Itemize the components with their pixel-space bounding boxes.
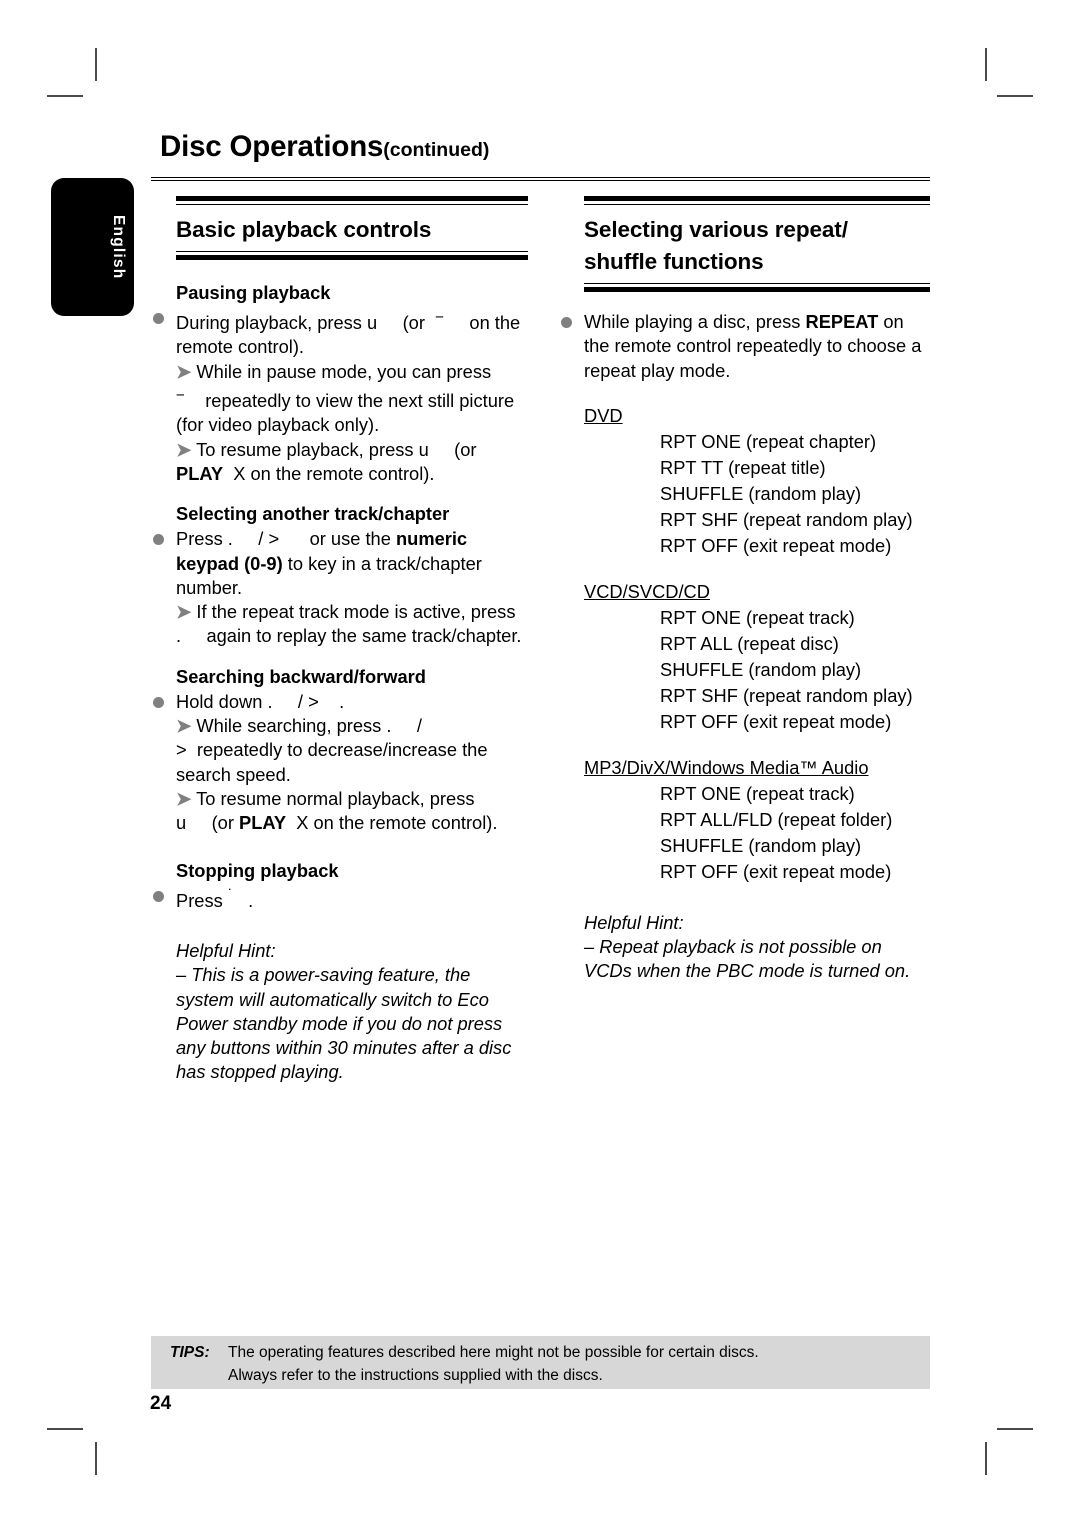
mode-item: RPT SHF (repeat random play) — [660, 508, 913, 530]
left-section-title: Basic playback controls — [176, 217, 432, 242]
right-section-rule-bottom — [584, 283, 930, 292]
crop-mark-top-right-horizontal — [997, 95, 1033, 97]
arrow-icon: ➤ — [176, 360, 192, 382]
mode-list-dvd: RPT ONE (repeat chapter) RPT TT (repeat … — [584, 429, 930, 559]
paragraph-stopping-playback: Press ˙ . — [153, 884, 528, 913]
pausing-playback-bullet-text: During playback, press u (or − on the re… — [176, 309, 521, 358]
arrow-icon: ➤ — [176, 438, 192, 460]
searching-arrow-2: ➤ To resume normal playback, press u (or … — [176, 787, 498, 834]
crop-mark-top-left-vertical — [95, 48, 97, 81]
left-column-body: Pausing playback During playback, press … — [153, 278, 528, 1085]
arrow-icon: ➤ — [176, 715, 192, 737]
bullet-icon — [561, 317, 572, 328]
mode-item: RPT TT (repeat title) — [660, 456, 826, 478]
subheading-searching: Searching backward/forward — [176, 665, 426, 687]
mode-item: RPT ALL/FLD (repeat folder) — [660, 808, 893, 830]
language-tab: English — [51, 178, 134, 316]
crop-mark-bottom-right-horizontal — [997, 1428, 1033, 1430]
mode-item: RPT OFF (exit repeat mode) — [660, 860, 892, 882]
crop-mark-bottom-left-vertical — [95, 1442, 97, 1475]
subheading-selecting-track: Selecting another track/chapter — [176, 503, 450, 525]
page-title-main: Disc Operations — [160, 130, 384, 163]
right-helpful-hint-label: Helpful Hint: — [584, 911, 684, 933]
column-left: Basic playback controls Pausing playback… — [153, 196, 528, 1085]
mode-item: RPT ONE (repeat chapter) — [660, 430, 877, 452]
mode-item: RPT ONE (repeat track) — [660, 606, 855, 628]
right-section-rule-top — [584, 196, 930, 205]
page-number: 24 — [150, 1393, 172, 1414]
mode-item: SHUFFLE (random play) — [660, 658, 862, 680]
column-right: Selecting various repeat/ shuffle functi… — [561, 196, 930, 984]
repeat-intro-text: While playing a disc, press REPEAT on th… — [584, 311, 922, 381]
subheading-pausing-playback: Pausing playback — [176, 282, 331, 303]
crop-mark-top-left-horizontal — [47, 95, 83, 97]
pausing-playback-arrow-2: ➤ To resume playback, press u (or PLAY X… — [176, 438, 477, 484]
format-heading-vcd-svcd-cd: VCD/SVCD/CD — [584, 580, 710, 602]
subheading-stopping-playback: Stopping playback — [176, 859, 339, 881]
selecting-track-bullet-text: Press . / > or use the numeric keypad (0… — [176, 528, 482, 598]
mode-item: RPT SHF (repeat random play) — [660, 684, 913, 706]
left-helpful-hint-label: Helpful Hint: — [176, 939, 276, 961]
searching-bullet-text: Hold down . / > . — [176, 690, 345, 712]
left-section-rule-top — [176, 196, 528, 205]
page-title: Disc Operations(continued) — [160, 130, 930, 164]
left-section-rule-bottom — [176, 251, 528, 260]
language-tab-text-wrap: English — [51, 178, 134, 316]
mode-list-vcd-svcd-cd: RPT ONE (repeat track) RPT ALL (repeat d… — [584, 605, 930, 735]
crop-mark-bottom-left-horizontal — [47, 1428, 83, 1430]
searching-arrow-1: ➤ While searching, press . / > repeatedl… — [176, 715, 488, 785]
mode-item: SHUFFLE (random play) — [660, 482, 862, 504]
arrow-icon: ➤ — [176, 787, 192, 809]
mode-item: SHUFFLE (random play) — [660, 834, 862, 856]
right-helpful-hint-text: – Repeat playback is not possible on VCD… — [584, 936, 911, 982]
paragraph-searching: Hold down . / > . ➤ While searching, pre… — [153, 690, 528, 836]
stopping-playback-bullet-text: Press ˙ . — [176, 886, 254, 911]
right-section-title-line2: shuffle functions — [584, 249, 764, 274]
mode-list-mp3-divx-wma: RPT ONE (repeat track) RPT ALL/FLD (repe… — [584, 781, 930, 885]
paragraph-pausing-playback: During playback, press u (or − on the re… — [153, 306, 528, 486]
title-divider — [151, 177, 930, 181]
right-section-title: Selecting various repeat/ shuffle functi… — [584, 205, 930, 283]
format-heading-dvd: DVD — [584, 404, 623, 426]
tips-lines: The operating features described here mi… — [170, 1342, 930, 1387]
tips-line-1: The operating features described here mi… — [228, 1344, 759, 1361]
language-tab-label: English — [110, 214, 127, 280]
bullet-icon — [153, 890, 164, 902]
paragraph-repeat-intro: While playing a disc, press REPEAT on th… — [561, 310, 930, 383]
mode-item: RPT OFF (exit repeat mode) — [660, 710, 892, 732]
paragraph-selecting-track: Press . / > or use the numeric keypad (0… — [153, 527, 528, 648]
selecting-track-arrow-1: ➤ If the repeat track mode is active, pr… — [176, 601, 522, 647]
bullet-icon — [153, 534, 164, 546]
bullet-icon — [153, 313, 164, 324]
tips-label: TIPS: — [170, 1344, 210, 1361]
right-section-title-line1: Selecting various repeat/ — [584, 217, 848, 242]
mode-item: RPT ALL (repeat disc) — [660, 632, 839, 654]
format-heading-mp3-divx-wma: MP3/DivX/Windows Media™ Audio — [584, 756, 869, 778]
arrow-icon: ➤ — [176, 601, 192, 623]
left-helpful-hint-text: – This is a power-saving feature, the sy… — [176, 964, 512, 1083]
right-column-body: While playing a disc, press REPEAT on th… — [561, 310, 930, 984]
bullet-icon — [153, 696, 164, 708]
pausing-playback-arrow-1: ➤ While in pause mode, you can press − re… — [176, 360, 515, 436]
crop-mark-bottom-right-vertical — [985, 1442, 987, 1475]
mode-item: RPT OFF (exit repeat mode) — [660, 534, 892, 556]
tips-line-2: Always refer to the instructions supplie… — [228, 1366, 603, 1384]
page-title-continued: (continued) — [383, 139, 490, 161]
mode-item: RPT ONE (repeat track) — [660, 782, 855, 804]
crop-mark-top-right-vertical — [985, 48, 987, 81]
tips-content: TIPS: The operating features described h… — [170, 1342, 930, 1387]
